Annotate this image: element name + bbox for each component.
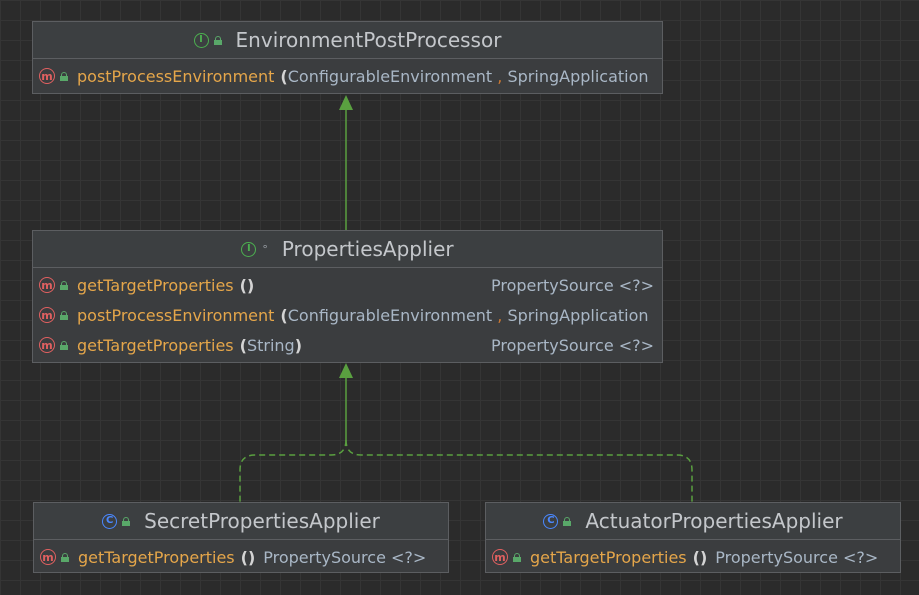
public-lock-icon [122,516,131,526]
edge-implements-properties-applier[interactable] [239,363,693,502]
method-icon: m [40,549,56,565]
node-environment-post-processor[interactable]: I EnvironmentPostProcessor m postProcess… [32,21,663,94]
public-lock-icon [60,71,68,81]
return-type: PropertySource <?> [263,547,427,567]
method-icon: m [492,549,508,565]
method-row[interactable]: m getTargetProperties (String) PropertyS… [33,330,662,360]
edge-extends-environment-post-processor[interactable] [339,95,353,230]
interface-icon: I [241,241,257,257]
return-type: PropertySource <?> [715,547,879,567]
method-params: () [239,275,255,295]
method-params: () [240,547,256,567]
public-lock-icon [513,552,521,562]
public-lock-icon [213,35,222,45]
public-lock-icon [60,340,68,350]
method-name: getTargetProperties [77,275,234,295]
class-icon: C [102,513,118,529]
method-params: (ConfigurableEnvironment , SpringApplica… [280,66,649,86]
node-header: C ActuatorPropertiesApplier [486,503,900,540]
node-header: I EnvironmentPostProcessor [33,22,662,59]
public-lock-icon [60,280,68,290]
method-row[interactable]: m postProcessEnvironment (ConfigurableEn… [33,300,662,330]
node-title: EnvironmentPostProcessor [235,28,502,52]
method-icon: m [39,307,55,323]
node-actuator-properties-applier[interactable]: C ActuatorPropertiesApplier m getTargetP… [485,502,901,573]
node-title: ActuatorPropertiesApplier [585,509,843,533]
method-name: getTargetProperties [78,547,235,567]
method-name: getTargetProperties [77,335,234,355]
method-row[interactable]: m getTargetProperties () PropertySource … [34,542,448,572]
node-title: PropertiesApplier [281,237,454,261]
method-icon: m [39,337,55,353]
method-row[interactable]: m postProcessEnvironment (ConfigurableEn… [33,61,662,91]
class-icon: C [543,513,559,529]
method-icon: m [39,68,55,84]
method-params: () [692,547,708,567]
public-lock-icon [61,552,69,562]
method-params: (ConfigurableEnvironment , SpringApplica… [280,305,649,325]
node-header: C SecretPropertiesApplier [34,503,448,540]
method-name: postProcessEnvironment [77,305,275,325]
public-lock-icon [563,516,572,526]
node-title: SecretPropertiesApplier [144,509,380,533]
package-private-icon: ° [262,242,268,256]
return-type: PropertySource <?> [491,275,655,295]
method-row[interactable]: m getTargetProperties () PropertySource … [33,270,662,300]
method-name: postProcessEnvironment [77,66,275,86]
method-name: getTargetProperties [530,547,687,567]
node-properties-applier[interactable]: I ° PropertiesApplier m getTargetPropert… [32,230,663,363]
method-icon: m [39,277,55,293]
node-secret-properties-applier[interactable]: C SecretPropertiesApplier m getTargetPro… [33,502,449,573]
method-row[interactable]: m getTargetProperties () PropertySource … [486,542,900,572]
return-type: PropertySource <?> [491,335,655,355]
public-lock-icon [60,310,68,320]
edge-actuator-to-properties-applier [345,439,693,502]
interface-icon: I [193,32,209,48]
edge-secret-to-properties-applier [239,439,347,502]
method-params: (String) [239,335,303,355]
node-header: I ° PropertiesApplier [33,231,662,268]
